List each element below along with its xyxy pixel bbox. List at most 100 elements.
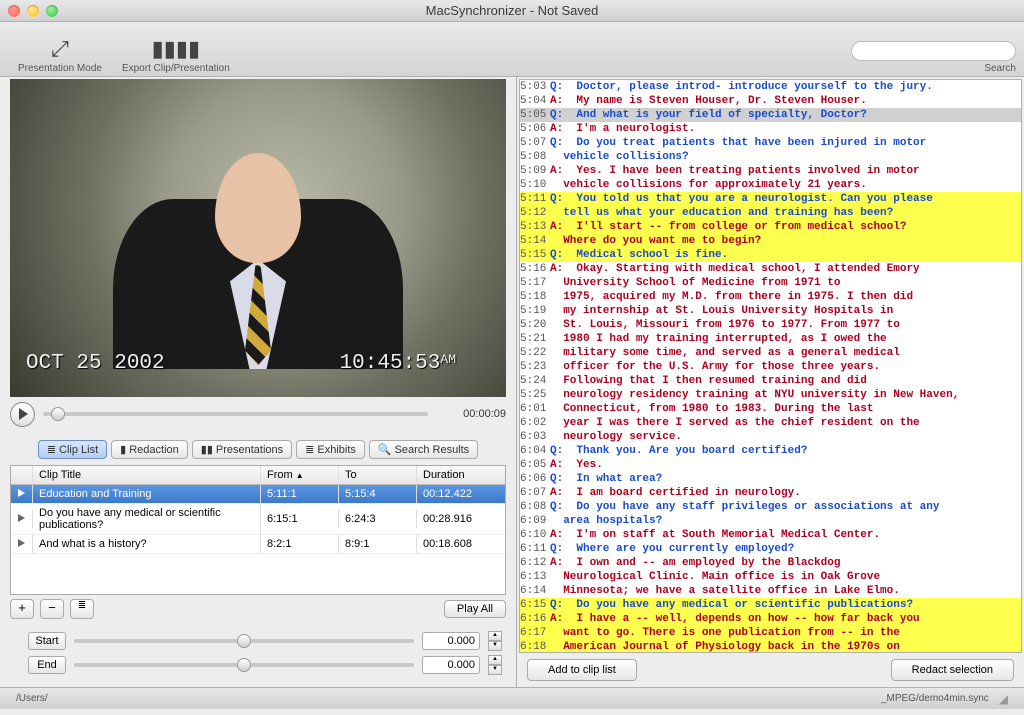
transcript-line[interactable]: 6:15Q: Do you have any medical or scient… <box>520 598 1021 612</box>
row-play-icon[interactable] <box>11 485 33 503</box>
transcript-timestamp: 5:11 <box>520 192 550 206</box>
transcript-line[interactable]: 6:11Q: Where are you currently employed? <box>520 542 1021 556</box>
transcript-line[interactable]: 6:16A: I have a -- well, depends on how … <box>520 612 1021 626</box>
remove-clip-button[interactable]: − <box>40 599 64 619</box>
transcript-timestamp: 6:11 <box>520 542 550 556</box>
transcript-line[interactable]: 6:05A: Yes. <box>520 458 1021 472</box>
tab-search-results[interactable]: 🔍Search Results <box>369 440 478 459</box>
transcript-line[interactable]: 6:18 American Journal of Physiology back… <box>520 640 1021 653</box>
transcript-timestamp: 6:09 <box>520 514 550 528</box>
transcript-timestamp: 5:05 <box>520 108 550 122</box>
end-value[interactable]: 0.000 <box>422 656 480 674</box>
table-row[interactable]: Education and Training5:11:15:15:400:12.… <box>11 485 505 504</box>
start-slider-knob[interactable] <box>237 634 251 648</box>
presentation-mode-button[interactable]: ⤢ Presentation Mode <box>8 26 112 74</box>
video-viewport[interactable]: OCT 25 2002 10:45:53AM <box>10 79 506 397</box>
sort-asc-icon: ▲ <box>296 471 304 480</box>
transcript-line[interactable]: 5:25 neurology residency training at NYU… <box>520 388 1021 402</box>
transcript-line[interactable]: 5:03Q: Doctor, please introd- introduce … <box>520 80 1021 94</box>
transcript-timestamp: 6:06 <box>520 472 550 486</box>
add-clip-button[interactable]: + <box>10 599 34 619</box>
transcript-line[interactable]: 6:12A: I own and -- am employed by the B… <box>520 556 1021 570</box>
scrubber-knob[interactable] <box>51 407 65 421</box>
search-label: Search <box>984 63 1016 74</box>
transcript-timestamp: 6:07 <box>520 486 550 500</box>
redact-selection-button[interactable]: Redact selection <box>891 659 1014 681</box>
start-slider[interactable] <box>74 639 414 643</box>
start-stepper[interactable]: ▲▼ <box>488 631 502 651</box>
end-button[interactable]: End <box>28 656 66 674</box>
transcript-line[interactable]: 5:24 Following that I then resumed train… <box>520 374 1021 388</box>
tab-presentations[interactable]: ▮▮Presentations <box>192 440 292 459</box>
transcript-line[interactable]: 6:02 year I was there I served as the ch… <box>520 416 1021 430</box>
row-duration: 00:28.916 <box>417 510 505 528</box>
col-duration[interactable]: Duration <box>417 466 505 484</box>
transcript-line[interactable]: 5:11Q: You told us that you are a neurol… <box>520 192 1021 206</box>
col-to[interactable]: To <box>339 466 417 484</box>
scrubber[interactable] <box>43 412 428 416</box>
transcript-timestamp: 6:14 <box>520 584 550 598</box>
transcript-line[interactable]: 5:06A: I'm a neurologist. <box>520 122 1021 136</box>
transcript-line[interactable]: 5:19 my internship at St. Louis Universi… <box>520 304 1021 318</box>
tab-clip-list[interactable]: ≣Clip List <box>38 440 107 459</box>
search-input[interactable] <box>851 41 1016 61</box>
row-from: 8:2:1 <box>261 535 339 553</box>
table-row[interactable]: Do you have any medical or scientific pu… <box>11 504 505 535</box>
start-value[interactable]: 0.000 <box>422 632 480 650</box>
transcript-line[interactable]: 5:23 officer for the U.S. Army for those… <box>520 360 1021 374</box>
transcript-line[interactable]: 6:07A: I am board certified in neurology… <box>520 486 1021 500</box>
transcript-line[interactable]: 6:08Q: Do you have any staff privileges … <box>520 500 1021 514</box>
col-title[interactable]: Clip Title <box>33 466 261 484</box>
play-button[interactable] <box>10 402 35 427</box>
transcript-line[interactable]: 6:06Q: In what area? <box>520 472 1021 486</box>
transcript-line[interactable]: 5:13A: I'll start -- from college or fro… <box>520 220 1021 234</box>
transcript-line[interactable]: 6:09 area hospitals? <box>520 514 1021 528</box>
transcript-line[interactable]: 5:16A: Okay. Starting with medical schoo… <box>520 262 1021 276</box>
transcript-line[interactable]: 5:15Q: Medical school is fine. <box>520 248 1021 262</box>
transcript-line[interactable]: 5:09A: Yes. I have been treating patient… <box>520 164 1021 178</box>
transcript-line[interactable]: 6:13 Neurological Clinic. Main office is… <box>520 570 1021 584</box>
transcript[interactable]: 5:03Q: Doctor, please introd- introduce … <box>519 79 1022 653</box>
transcript-line[interactable]: 6:10A: I'm on staff at South Memorial Me… <box>520 528 1021 542</box>
end-stepper[interactable]: ▲▼ <box>488 655 502 675</box>
transcript-line[interactable]: 5:08 vehicle collisions? <box>520 150 1021 164</box>
row-play-icon[interactable] <box>11 535 33 553</box>
transcript-text: St. Louis, Missouri from 1976 to 1977. F… <box>550 318 1021 332</box>
transcript-line[interactable]: 5:14 Where do you want me to begin? <box>520 234 1021 248</box>
transcript-line[interactable]: 6:04Q: Thank you. Are you board certifie… <box>520 444 1021 458</box>
end-slider-knob[interactable] <box>237 658 251 672</box>
col-from[interactable]: From ▲ <box>261 466 339 484</box>
transcript-text: Q: You told us that you are a neurologis… <box>550 192 1021 206</box>
transcript-timestamp: 5:04 <box>520 94 550 108</box>
transcript-line[interactable]: 5:07Q: Do you treat patients that have b… <box>520 136 1021 150</box>
transcript-line[interactable]: 6:17 want to go. There is one publicatio… <box>520 626 1021 640</box>
transcript-line[interactable]: 5:04A: My name is Steven Houser, Dr. Ste… <box>520 94 1021 108</box>
list-view-button[interactable]: ≣ <box>70 599 94 619</box>
right-pane: 5:03Q: Doctor, please introd- introduce … <box>517 77 1024 687</box>
transcript-text: Q: In what area? <box>550 472 1021 486</box>
tab-redaction[interactable]: ▮Redaction <box>111 440 188 459</box>
transcript-line[interactable]: 5:22 military some time, and served as a… <box>520 346 1021 360</box>
transcript-line[interactable]: 6:14 Minnesota; we have a satellite offi… <box>520 584 1021 598</box>
start-button[interactable]: Start <box>28 632 66 650</box>
end-slider[interactable] <box>74 663 414 667</box>
resize-grip[interactable]: ◢ <box>999 692 1008 706</box>
tab-exhibits[interactable]: ≣Exhibits <box>296 440 365 459</box>
play-all-button[interactable]: Play All <box>444 600 506 618</box>
transcript-line[interactable]: 6:01 Connecticut, from 1980 to 1983. Dur… <box>520 402 1021 416</box>
transcript-line[interactable]: 5:12 tell us what your education and tra… <box>520 206 1021 220</box>
table-row[interactable]: And what is a history?8:2:18:9:100:18.60… <box>11 535 505 554</box>
segment-tabs: ≣Clip List ▮Redaction ▮▮Presentations ≣E… <box>0 436 516 465</box>
transcript-line[interactable]: 6:03 neurology service. <box>520 430 1021 444</box>
transcript-line[interactable]: 5:18 1975, acquired my M.D. from there i… <box>520 290 1021 304</box>
row-play-icon[interactable] <box>11 510 33 528</box>
transcript-timestamp: 6:17 <box>520 626 550 640</box>
transcript-line[interactable]: 5:21 1980 I had my training interrupted,… <box>520 332 1021 346</box>
transcript-line[interactable]: 5:05Q: And what is your field of special… <box>520 108 1021 122</box>
transcript-line[interactable]: 5:17 University School of Medicine from … <box>520 276 1021 290</box>
main-split: OCT 25 2002 10:45:53AM /Users/ /demo4min… <box>0 77 1024 687</box>
export-button[interactable]: ▮▮▮▮ Export Clip/Presentation <box>112 26 240 74</box>
transcript-line[interactable]: 5:10 vehicle collisions for approximatel… <box>520 178 1021 192</box>
add-to-clip-list-button[interactable]: Add to clip list <box>527 659 637 681</box>
transcript-line[interactable]: 5:20 St. Louis, Missouri from 1976 to 19… <box>520 318 1021 332</box>
